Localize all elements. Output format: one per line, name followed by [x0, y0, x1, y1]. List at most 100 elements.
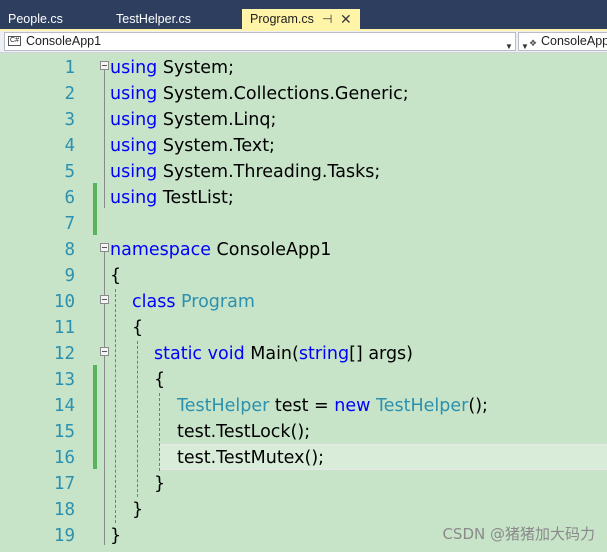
chevron-down-icon[interactable]: ▼ — [521, 38, 529, 50]
code-token: [] args) — [349, 344, 413, 364]
code-token: test = — [269, 396, 335, 416]
code-text: using System.Text; — [110, 133, 275, 159]
line-number: 6 — [64, 188, 75, 208]
code-line[interactable]: 9{ — [0, 263, 607, 289]
code-line[interactable]: 10 class Program — [0, 289, 607, 315]
code-token: { — [110, 266, 122, 286]
line-number: 3 — [64, 110, 75, 130]
code-token: } — [132, 500, 144, 520]
line-number: 17 — [53, 474, 75, 494]
code-token: System; — [157, 58, 234, 78]
scope-dropdown[interactable]: ▼ ❖ ConsoleApp1 — [518, 32, 607, 51]
project-dropdown[interactable]: C# ConsoleApp1 ▼ — [4, 32, 516, 51]
code-text: } — [110, 523, 121, 549]
line-number: 15 — [53, 422, 75, 442]
line-number: 4 — [64, 136, 75, 156]
code-text: test.TestLock(); — [177, 419, 310, 445]
code-text: using System.Collections.Generic; — [110, 81, 409, 107]
type-token: TestHelper — [376, 396, 469, 416]
code-line[interactable]: 4 using System.Text; — [0, 133, 607, 159]
chevron-down-icon[interactable]: ▼ — [505, 38, 513, 50]
code-text: static void Main(string[] args) — [154, 341, 413, 367]
line-number: 13 — [53, 370, 75, 390]
tab-testhelper-cs[interactable]: TestHelper.cs — [108, 9, 240, 30]
code-token: } — [110, 526, 122, 546]
code-text: } — [132, 497, 143, 523]
keyword-token: void — [207, 344, 245, 364]
code-line[interactable]: 17} — [0, 471, 607, 497]
code-line[interactable]: 15 test.TestLock(); — [0, 419, 607, 445]
code-line[interactable]: 16 test.TestMutex(); — [0, 445, 607, 471]
navigation-bar: C# ConsoleApp1 ▼ ▼ ❖ ConsoleApp1 — [0, 31, 607, 53]
code-line[interactable]: 8 namespace ConsoleApp1 — [0, 237, 607, 263]
tab-label: People.cs — [8, 12, 63, 26]
code-line[interactable]: 2 using System.Collections.Generic; — [0, 81, 607, 107]
line-number: 11 — [53, 318, 75, 338]
type-token: TestHelper — [177, 396, 270, 416]
code-line[interactable]: 13 { — [0, 367, 607, 393]
tab-people-cs[interactable]: People.cs — [0, 9, 104, 30]
keyword-token: class — [132, 292, 176, 312]
code-line[interactable]: 14 TestHelper test = new TestHelper(); — [0, 393, 607, 419]
code-token: System.Linq; — [157, 110, 277, 130]
keyword-token: using — [110, 162, 158, 182]
keyword-token: using — [110, 188, 158, 208]
code-text: TestHelper test = new TestHelper(); — [177, 393, 488, 419]
line-number: 19 — [53, 526, 75, 546]
code-line[interactable]: 7 — [0, 211, 607, 237]
scope-dropdown-value: ConsoleApp1 — [541, 34, 607, 48]
code-line[interactable]: 6 using TestList; — [0, 185, 607, 211]
close-icon[interactable]: ✕ — [340, 9, 352, 30]
code-text: class Program — [132, 289, 255, 315]
keyword-token: using — [110, 136, 158, 156]
code-token: System.Collections.Generic; — [157, 84, 409, 104]
code-token: { — [132, 318, 144, 338]
keyword-token: static — [154, 344, 203, 364]
code-line[interactable]: 18} — [0, 497, 607, 523]
line-number: 12 — [53, 344, 75, 364]
project-dropdown-value: ConsoleApp1 — [26, 34, 102, 48]
class-scope-icon: ❖ — [529, 38, 538, 48]
line-number: 18 — [53, 500, 75, 520]
line-number: 1 — [64, 58, 75, 78]
tab-label: TestHelper.cs — [116, 12, 192, 26]
code-token: TestList; — [157, 188, 234, 208]
code-token: ConsoleApp1 — [210, 240, 332, 260]
code-text: using System.Linq; — [110, 107, 276, 133]
code-line[interactable]: 12 static void Main(string[] args) — [0, 341, 607, 367]
code-line[interactable]: 5 using System.Threading.Tasks; — [0, 159, 607, 185]
keyword-token: using — [110, 58, 158, 78]
line-number: 2 — [64, 84, 75, 104]
watermark: CSDN @猪猪加大码力 — [442, 525, 595, 543]
keyword-token: using — [110, 110, 158, 130]
code-line[interactable]: 1 using System; — [0, 55, 607, 81]
code-token: test.TestLock(); — [177, 422, 311, 442]
line-number: 8 — [64, 240, 75, 260]
code-token: { — [154, 370, 166, 390]
code-line[interactable]: 3 using System.Linq; — [0, 107, 607, 133]
code-editor[interactable]: 1 using System; 2 using System.Collections.… — [0, 53, 607, 552]
tab-label: Program.cs — [250, 12, 314, 26]
code-text: { — [132, 315, 143, 341]
tab-program-cs[interactable]: Program.cs ⊣ ✕ — [242, 9, 360, 30]
code-token: } — [154, 474, 166, 494]
code-text: } — [154, 471, 165, 497]
csharp-file-icon: C# — [8, 36, 21, 46]
pin-icon[interactable]: ⊣ — [322, 9, 332, 30]
keyword-token: new — [334, 396, 371, 416]
document-tab-bar: People.cs TestHelper.cs Program.cs ⊣ ✕ — [0, 0, 607, 31]
code-token: System.Text; — [157, 136, 275, 156]
line-number: 16 — [53, 448, 75, 468]
line-number: 14 — [53, 396, 75, 416]
code-token: test.TestMutex(); — [177, 448, 325, 468]
keyword-token: namespace — [110, 240, 211, 260]
code-text: using System; — [110, 55, 234, 81]
line-number: 5 — [64, 162, 75, 182]
code-line[interactable]: 11 { — [0, 315, 607, 341]
code-token: Main( — [244, 344, 299, 364]
line-number: 10 — [53, 292, 75, 312]
code-text: { — [110, 263, 121, 289]
line-number: 7 — [64, 214, 75, 234]
keyword-token: string — [298, 344, 350, 364]
code-token: (); — [468, 396, 488, 416]
